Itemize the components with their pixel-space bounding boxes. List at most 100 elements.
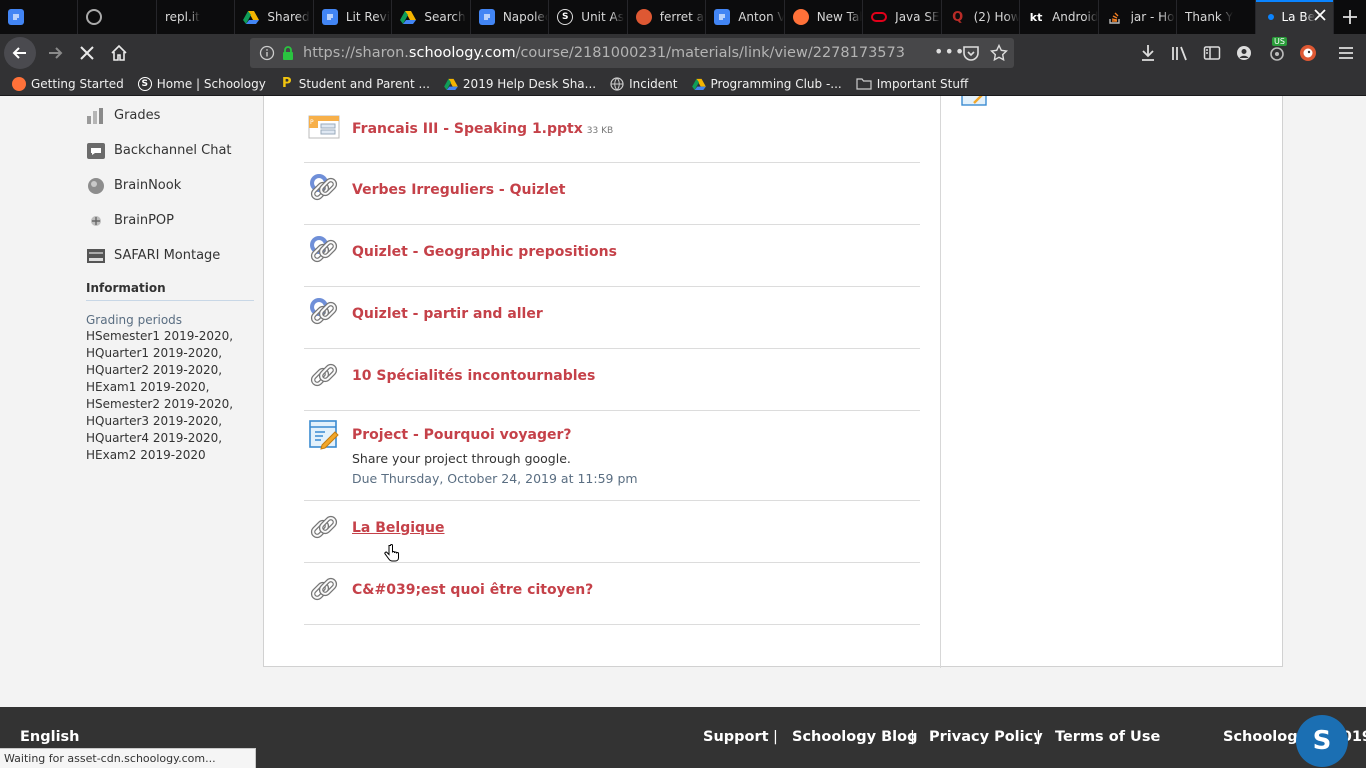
browser-tab[interactable]: kt Android	[1020, 0, 1099, 34]
material-row: P Francais III - Speaking 1.pptx 33 KB	[304, 96, 920, 163]
bookmark-label: Getting Started	[31, 76, 124, 91]
browser-tab[interactable]	[78, 0, 157, 34]
sidebar-item-grades[interactable]: Grades	[86, 98, 254, 133]
bookmark-item[interactable]: 2019 Help Desk Sha...	[444, 77, 596, 91]
material-title: Quizlet - Geographic prepositions	[352, 244, 617, 260]
browser-tab[interactable]: La Be	[1255, 0, 1334, 34]
home-button[interactable]	[104, 38, 134, 68]
safari-montage-icon	[86, 247, 106, 265]
material-link[interactable]: Quizlet - partir and aller	[352, 306, 543, 322]
assignment-icon[interactable]	[960, 96, 990, 107]
browser-tab[interactable]: Napolec	[471, 0, 550, 34]
browser-window: repl.it Shared Lit Revi Search Napolec S Unit …	[0, 0, 1366, 768]
bookmark-item[interactable]: S Home | Schoology	[137, 76, 266, 91]
browser-tab[interactable]: Java SE	[863, 0, 942, 34]
new-tab-button[interactable]	[1334, 0, 1366, 34]
material-link[interactable]: Francais III - Speaking 1.pptx 33 KB	[352, 121, 613, 137]
sidebar-item-brainnook[interactable]: BrainNook	[86, 168, 254, 203]
browser-tab[interactable]: Thank Y	[1177, 0, 1256, 34]
duckduckgo-extension-button[interactable]	[1298, 39, 1318, 67]
bookmark-item[interactable]: Important Stuff	[856, 77, 968, 91]
browser-tab[interactable]: Anton V	[706, 0, 785, 34]
browser-tab[interactable]: ferret at	[628, 0, 707, 34]
bookmark-item[interactable]: P Student and Parent ...	[280, 76, 430, 91]
material-link[interactable]: Quizlet - Geographic prepositions	[352, 244, 617, 260]
close-tab-icon[interactable]	[1314, 8, 1326, 24]
help-button[interactable]: S	[1296, 715, 1348, 767]
bookmark-item[interactable]: Getting Started	[12, 76, 124, 91]
tab-strip: repl.it Shared Lit Revi Search Napolec S Unit …	[0, 0, 1366, 34]
course-left-nav: Grades Backchannel Chat BrainNook BrainPOP S…	[86, 96, 254, 464]
bookmark-item[interactable]: Incident	[610, 76, 678, 91]
sidebar-item-label: BrainNook	[114, 178, 182, 193]
close-icon	[80, 46, 94, 60]
info-icon[interactable]	[259, 45, 275, 61]
downloads-button[interactable]	[1138, 39, 1158, 67]
drive-icon	[444, 77, 458, 91]
sidebar-item-brainpop[interactable]: BrainPOP	[86, 203, 254, 238]
tab-label: Napolec	[502, 10, 549, 24]
browser-tab[interactable]: Lit Revi	[314, 0, 393, 34]
sidebar-item-safari-montage[interactable]: SAFARI Montage	[86, 238, 254, 273]
browser-tab[interactable]: S Unit As	[549, 0, 628, 34]
material-link[interactable]: C&#039;est quoi être citoyen?	[352, 582, 593, 598]
browser-tab[interactable]: jar - Ho	[1099, 0, 1178, 34]
globe-icon	[610, 76, 624, 91]
footer-separator: |	[773, 729, 778, 745]
browser-tab[interactable]: Search	[392, 0, 471, 34]
grading-period: HQuarter1 2019-2020,	[86, 346, 223, 360]
language-selector[interactable]: English	[20, 729, 80, 745]
browser-tab[interactable]: New Tab	[785, 0, 864, 34]
material-title: La Belgique	[352, 520, 445, 536]
account-button[interactable]	[1234, 39, 1254, 67]
menu-button[interactable]	[1336, 39, 1356, 67]
material-link[interactable]: Verbes Irreguliers - Quizlet	[352, 182, 565, 198]
browser-tab[interactable]: Q (2) How	[942, 0, 1021, 34]
pptx-file-icon: P	[307, 112, 341, 146]
sidebar-item-backchannel-chat[interactable]: Backchannel Chat	[86, 133, 254, 168]
material-link[interactable]: 10 Spécialités incontournables	[352, 368, 595, 384]
tab-label: jar - Ho	[1130, 10, 1175, 24]
drive-icon	[243, 9, 260, 25]
library-button[interactable]	[1170, 39, 1190, 67]
link-icon	[307, 573, 341, 607]
bookmark-item[interactable]: Programming Club -...	[691, 77, 842, 91]
kb-icon: kt	[1029, 10, 1043, 24]
footer-link-blog[interactable]: Schoology Blog	[792, 729, 917, 745]
footer-link-support[interactable]: Support	[703, 729, 769, 745]
footer-link-privacy[interactable]: Privacy Policy	[929, 729, 1043, 745]
stop-loading-button[interactable]	[72, 38, 102, 68]
tab-label: Lit Revi	[345, 10, 391, 24]
page-actions-button[interactable]: •••	[934, 42, 965, 61]
lock-icon[interactable]	[281, 45, 295, 61]
browser-tab[interactable]	[0, 0, 79, 34]
schoology-icon: S	[137, 76, 152, 91]
material-row: Verbes Irreguliers - Quizlet	[304, 163, 920, 225]
forward-button[interactable]	[40, 38, 70, 68]
sidebar-toggle-button[interactable]	[1202, 39, 1222, 67]
loading-icon	[1267, 14, 1274, 20]
material-link[interactable]: La Belgique	[352, 520, 445, 536]
pocket-icon[interactable]	[962, 44, 980, 62]
url-text[interactable]: https://sharon.schoology.com/course/2181…	[303, 45, 905, 61]
tab-label: Java SE	[895, 10, 940, 24]
material-title: Project - Pourquoi voyager?	[352, 427, 572, 443]
tab-label: repl.it	[164, 10, 200, 24]
arrow-right-icon	[49, 47, 63, 59]
address-bar[interactable]: https://sharon.schoology.com/course/2181…	[250, 38, 1014, 68]
footer-link-terms[interactable]: Terms of Use	[1055, 729, 1160, 745]
firefox-icon	[792, 9, 809, 25]
browser-tab[interactable]: repl.it	[157, 0, 236, 34]
page-content: Grades Backchannel Chat BrainNook BrainPOP S…	[0, 96, 1366, 707]
back-button[interactable]	[4, 37, 36, 69]
grades-icon	[86, 107, 106, 125]
chat-icon	[86, 142, 106, 160]
star-icon[interactable]	[990, 44, 1008, 62]
vpn-extension-button[interactable]: US	[1266, 37, 1288, 67]
grading-period: HSemester2 2019-2020,	[86, 397, 234, 411]
repl-icon	[86, 9, 103, 25]
tab-label: Android	[1052, 10, 1098, 24]
information-heading: Information	[86, 281, 254, 301]
browser-tab[interactable]: Shared	[235, 0, 314, 34]
material-link[interactable]: Project - Pourquoi voyager?	[352, 427, 572, 443]
